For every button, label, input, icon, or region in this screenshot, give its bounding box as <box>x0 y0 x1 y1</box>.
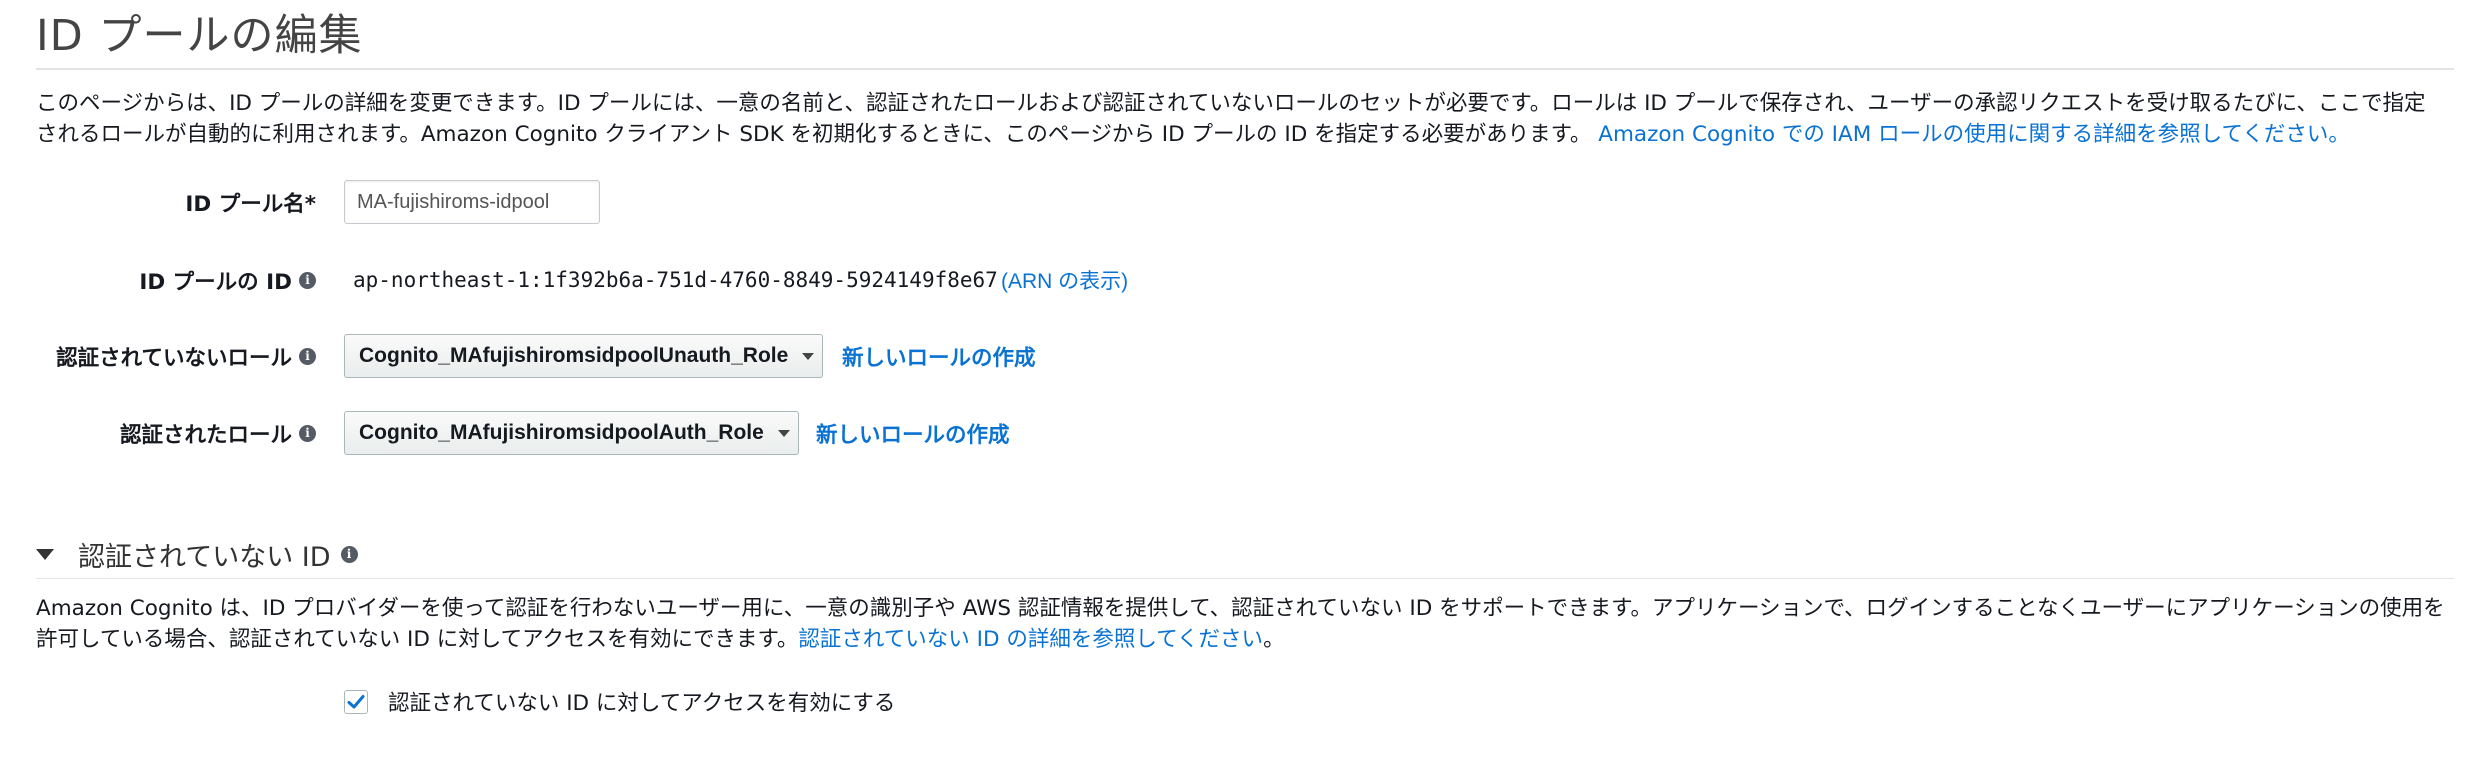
page-title: ID プールの編集 <box>36 11 363 61</box>
pool-id-label: ID プールの ID <box>139 269 292 295</box>
pool-id-value: ap-northeast-1:1f392b6a-751d-4760-8849-5… <box>353 268 998 292</box>
info-icon[interactable]: i <box>340 546 358 563</box>
title-divider <box>36 68 2454 70</box>
auth-role-selected: Cognito_MAfujishiromsidpoolAuth_Role <box>359 421 764 444</box>
auth-role-row: 認証されたロール i Cognito_MAfujishiromsidpoolAu… <box>0 411 2468 455</box>
create-auth-role-link[interactable]: 新しいロールの作成 <box>816 418 1010 449</box>
caret-down-icon <box>777 429 790 437</box>
info-icon[interactable]: i <box>299 424 316 442</box>
info-icon[interactable]: i <box>299 271 316 289</box>
enable-unauth-access-row[interactable]: 認証されていない ID に対してアクセスを有効にする <box>344 686 895 717</box>
iam-roles-help-link[interactable]: Amazon Cognito での IAM ロールの使用に関する詳細を参照してく… <box>1598 122 2350 147</box>
check-icon <box>347 694 365 708</box>
unauth-role-selected: Cognito_MAfujishiromsidpoolUnauth_Role <box>359 344 789 367</box>
pool-id-label-wrap: ID プールの ID i <box>139 265 316 296</box>
create-unauth-role-link[interactable]: 新しいロールの作成 <box>842 341 1036 372</box>
intro-paragraph: このページからは、ID プールの詳細を変更できます。ID プールには、一意の名前… <box>36 88 2446 150</box>
unauth-role-row: 認証されていないロール i Cognito_MAfujishiromsidpoo… <box>0 334 2468 378</box>
pool-name-row: ID プール名* MA-fujishiroms-idpool <box>0 180 2468 224</box>
auth-role-label: 認証されたロール <box>119 422 292 448</box>
unauth-identities-title: 認証されていない ID <box>78 542 331 573</box>
show-arn-link[interactable]: (ARN の表示) <box>1001 265 1128 295</box>
section-divider <box>36 578 2454 579</box>
pool-name-input[interactable]: MA-fujishiroms-idpool <box>344 180 600 224</box>
unauth-identities-help-link[interactable]: 認証されていない ID の詳細を参照してください <box>798 627 1263 652</box>
auth-role-select[interactable]: Cognito_MAfujishiromsidpoolAuth_Role <box>344 411 799 455</box>
unauth-role-select[interactable]: Cognito_MAfujishiromsidpoolUnauth_Role <box>344 334 823 378</box>
unauth-role-label-wrap: 認証されていないロール i <box>56 341 316 372</box>
pool-id-row: ID プールの ID i ap-northeast-1:1f392b6a-751… <box>0 258 2468 302</box>
auth-role-label-wrap: 認証されたロール i <box>120 418 316 449</box>
triangle-down-icon <box>36 549 54 560</box>
unauth-role-label: 認証されていないロール <box>56 345 292 371</box>
unauth-identities-section-toggle[interactable]: 認証されていない ID i <box>36 535 358 574</box>
pool-name-label: ID プール名* <box>185 191 316 217</box>
enable-unauth-access-label: 認証されていない ID に対してアクセスを有効にする <box>388 691 896 716</box>
unauth-identities-description: Amazon Cognito は、ID プロバイダーを使って認証を行わないユーザ… <box>36 593 2446 655</box>
enable-unauth-access-checkbox[interactable] <box>344 689 368 714</box>
unauth-description-end: 。 <box>1263 627 1285 652</box>
info-icon[interactable]: i <box>299 347 316 365</box>
caret-down-icon <box>802 352 815 360</box>
